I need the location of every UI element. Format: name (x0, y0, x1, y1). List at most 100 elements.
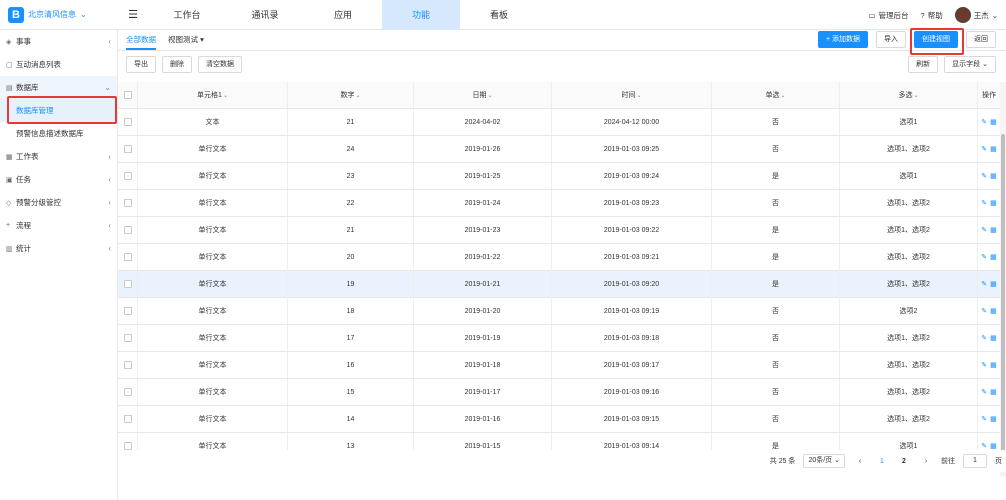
detail-icon[interactable]: ▦ (990, 361, 997, 369)
page-1[interactable]: 1 (875, 458, 889, 465)
cell-number: 18 (288, 298, 414, 324)
detail-icon[interactable]: ▦ (990, 199, 997, 207)
edit-icon[interactable]: ✎ (981, 280, 987, 288)
sidebar-item-events[interactable]: ◈ 事事 ‹ (0, 30, 117, 53)
row-checkbox[interactable] (118, 298, 138, 324)
select-all-checkbox[interactable] (118, 82, 138, 108)
nav-workbench[interactable]: 工作台 (148, 0, 226, 30)
detail-icon[interactable]: ▦ (990, 334, 997, 342)
table-row[interactable]: 单行文本 14 2019-01-16 2019-01-03 09:15 否选项1、选项2… (118, 406, 1000, 433)
row-checkbox[interactable] (118, 163, 138, 189)
row-checkbox[interactable] (118, 217, 138, 243)
row-checkbox[interactable] (118, 271, 138, 297)
table-row[interactable]: 文本 21 2024-04-02 2024-04-12 00:00 否选项1 ✎ ▦ (118, 109, 1000, 136)
edit-icon[interactable]: ✎ (981, 442, 987, 450)
table-row[interactable]: 单行文本 19 2019-01-21 2019-01-03 09:20 是选项1、选项2… (118, 271, 1000, 298)
col-header-date[interactable]: 日期 ⌄ (414, 82, 552, 108)
sidebar-item-alert-database[interactable]: 预警信息描述数据库 (0, 122, 117, 145)
nav-apps[interactable]: 应用 (304, 0, 382, 30)
row-checkbox[interactable] (118, 136, 138, 162)
help-link[interactable]: ? 帮助 (921, 10, 943, 21)
sidebar-item-label: 流程 (16, 221, 31, 230)
table-row[interactable]: 单行文本 20 2019-01-22 2019-01-03 09:21 是选项1、选项2… (118, 244, 1000, 271)
tab-all-data[interactable]: 全部数据 (126, 29, 156, 50)
col-header-text[interactable]: 单元格1 ⌄ (138, 82, 288, 108)
col-header-number[interactable]: 数字 ⌄ (288, 82, 414, 108)
menu-toggle-icon[interactable]: ☰ (118, 8, 148, 21)
edit-icon[interactable]: ✎ (981, 415, 987, 423)
sidebar-item-tasks[interactable]: ▣ 任务 ‹ (0, 168, 117, 191)
next-page-icon[interactable]: › (919, 458, 933, 465)
edit-icon[interactable]: ✎ (981, 172, 987, 180)
table-row[interactable]: 单行文本 17 2019-01-19 2019-01-03 09:18 否选项1、选项2… (118, 325, 1000, 352)
cell-time: 2019-01-03 09:18 (552, 325, 712, 351)
sidebar-item-alert-control[interactable]: ◇ 预警分级管控 ‹ (0, 191, 117, 214)
page-size-select[interactable]: 20条/页 ⌄ (803, 454, 845, 468)
row-checkbox[interactable] (118, 406, 138, 432)
show-fields-button[interactable]: 显示字段 ⌄ (944, 55, 996, 73)
sidebar-item-label: 统计 (16, 244, 31, 253)
detail-icon[interactable]: ▦ (990, 172, 997, 180)
nav-features[interactable]: 功能 (382, 0, 460, 30)
chevron-left-icon: ‹ (108, 244, 111, 253)
page-2[interactable]: 2 (897, 458, 911, 465)
col-header-multi[interactable]: 多选 ⌄ (840, 82, 978, 108)
user-menu[interactable]: 王杰 ⌄ (954, 7, 998, 23)
detail-icon[interactable]: ▦ (990, 307, 997, 315)
row-checkbox[interactable] (118, 352, 138, 378)
cell-date: 2024-04-02 (414, 109, 552, 135)
tab-view-test[interactable]: 视图测试 ▾ (168, 29, 204, 50)
col-header-time[interactable]: 时间 ⌄ (552, 82, 712, 108)
edit-icon[interactable]: ✎ (981, 388, 987, 396)
detail-icon[interactable]: ▦ (990, 118, 997, 126)
row-checkbox[interactable] (118, 325, 138, 351)
detail-icon[interactable]: ▦ (990, 280, 997, 288)
edit-icon[interactable]: ✎ (981, 145, 987, 153)
edit-icon[interactable]: ✎ (981, 226, 987, 234)
detail-icon[interactable]: ▦ (990, 253, 997, 261)
detail-icon[interactable]: ▦ (990, 415, 997, 423)
back-button[interactable]: 返回 (966, 31, 996, 48)
admin-link[interactable]: ▭ 管理后台 (868, 10, 908, 21)
edit-icon[interactable]: ✎ (981, 361, 987, 369)
nav-contacts[interactable]: 通讯录 (226, 0, 304, 30)
scrollbar-thumb[interactable] (1001, 134, 1005, 454)
edit-icon[interactable]: ✎ (981, 118, 987, 126)
edit-icon[interactable]: ✎ (981, 334, 987, 342)
import-button[interactable]: 导入 (876, 31, 906, 48)
brand-switcher[interactable]: B 北京清风信息 ⌄ (0, 0, 118, 30)
row-checkbox[interactable] (118, 109, 138, 135)
refresh-button[interactable]: 刷新 (908, 55, 939, 73)
row-checkbox[interactable] (118, 379, 138, 405)
detail-icon[interactable]: ▦ (990, 145, 997, 153)
table-row[interactable]: 单行文本 16 2019-01-18 2019-01-03 09:17 否选项1、选项2… (118, 352, 1000, 379)
detail-icon[interactable]: ▦ (990, 388, 997, 396)
row-checkbox[interactable] (118, 244, 138, 270)
edit-icon[interactable]: ✎ (981, 253, 987, 261)
clear-data-button[interactable]: 清空数据 (198, 55, 242, 73)
prev-page-icon[interactable]: ‹ (853, 458, 867, 465)
table-row[interactable]: 单行文本 18 2019-01-20 2019-01-03 09:19 否选项2 ✎ ▦ (118, 298, 1000, 325)
nav-dashboard[interactable]: 看板 (460, 0, 538, 30)
page-suffix: 页 (995, 458, 1002, 465)
export-button[interactable]: 导出 (126, 55, 156, 73)
sidebar-item-worksheet[interactable]: ▦ 工作表 ‹ (0, 145, 117, 168)
add-data-button[interactable]: + 添加数据 (817, 31, 868, 48)
detail-icon[interactable]: ▦ (990, 226, 997, 234)
detail-icon[interactable]: ▦ (990, 442, 997, 450)
delete-button[interactable]: 删除 (162, 55, 192, 73)
edit-icon[interactable]: ✎ (981, 307, 987, 315)
table-row[interactable]: 单行文本 15 2019-01-17 2019-01-03 09:16 否选项1、选项2… (118, 379, 1000, 406)
table-row[interactable]: 单行文本 24 2019-01-26 2019-01-03 09:25 否选项1、选项2… (118, 136, 1000, 163)
table-row[interactable]: 单行文本 21 2019-01-23 2019-01-03 09:22 是选项1、选项2… (118, 217, 1000, 244)
table-row[interactable]: 单行文本 23 2019-01-25 2019-01-03 09:24 是选项1 ✎ ▦ (118, 163, 1000, 190)
col-header-single[interactable]: 单选 ⌄ (712, 82, 840, 108)
edit-icon[interactable]: ✎ (981, 199, 987, 207)
goto-page-input[interactable]: 1 (963, 454, 987, 468)
table-row[interactable]: 单行文本 22 2019-01-24 2019-01-03 09:23 否选项1、选项2… (118, 190, 1000, 217)
row-checkbox[interactable] (118, 190, 138, 216)
sidebar-item-flow[interactable]: + 流程 ‹ (0, 214, 117, 237)
sidebar-item-messages[interactable]: ▢ 互动消息列表 (0, 53, 117, 76)
sidebar-item-stats[interactable]: ▥ 统计 ‹ (0, 237, 117, 260)
table-scrollbar[interactable] (1000, 82, 1006, 477)
